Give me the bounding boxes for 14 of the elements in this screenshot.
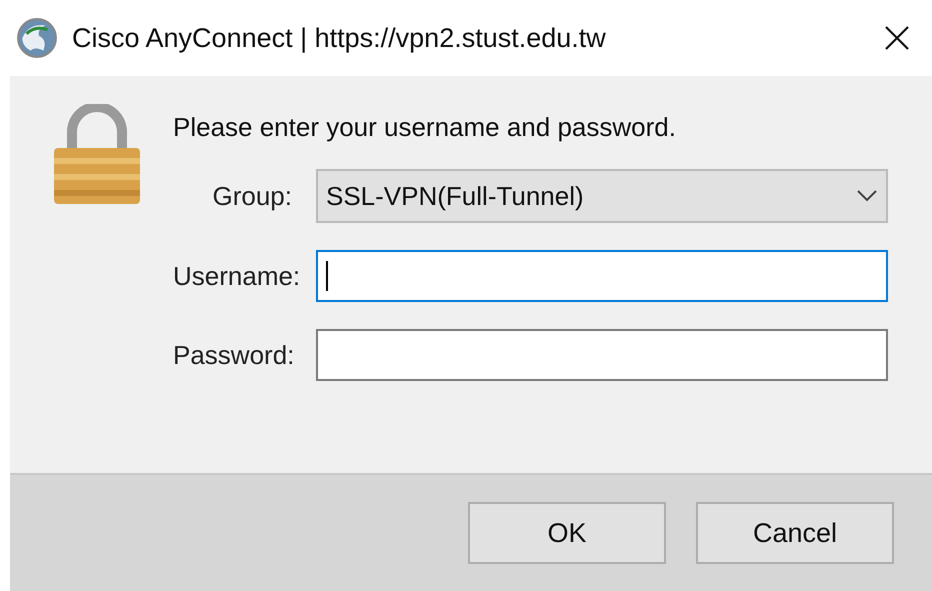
field-label: Group: [212,180,293,212]
field-label: Username: [173,260,302,292]
close-icon [883,24,911,52]
window-title: Cisco AnyConnect | https://vpn2.stust.edu.tw [72,22,606,55]
dialog-button[interactable]: Cancel [696,502,894,564]
dialog-button[interactable]: OK [468,502,666,564]
group-dropdown[interactable]: SSL-VPN(Full-Tunnel) [316,169,888,223]
instruction-text: Please enter your username and password. [173,111,677,144]
globe-logo-icon [16,17,58,59]
text-cursor [326,261,328,291]
input-field[interactable] [316,329,888,381]
input-field[interactable] [316,250,888,302]
chevron-down-icon [856,189,878,203]
field-label: Password: [173,338,296,372]
